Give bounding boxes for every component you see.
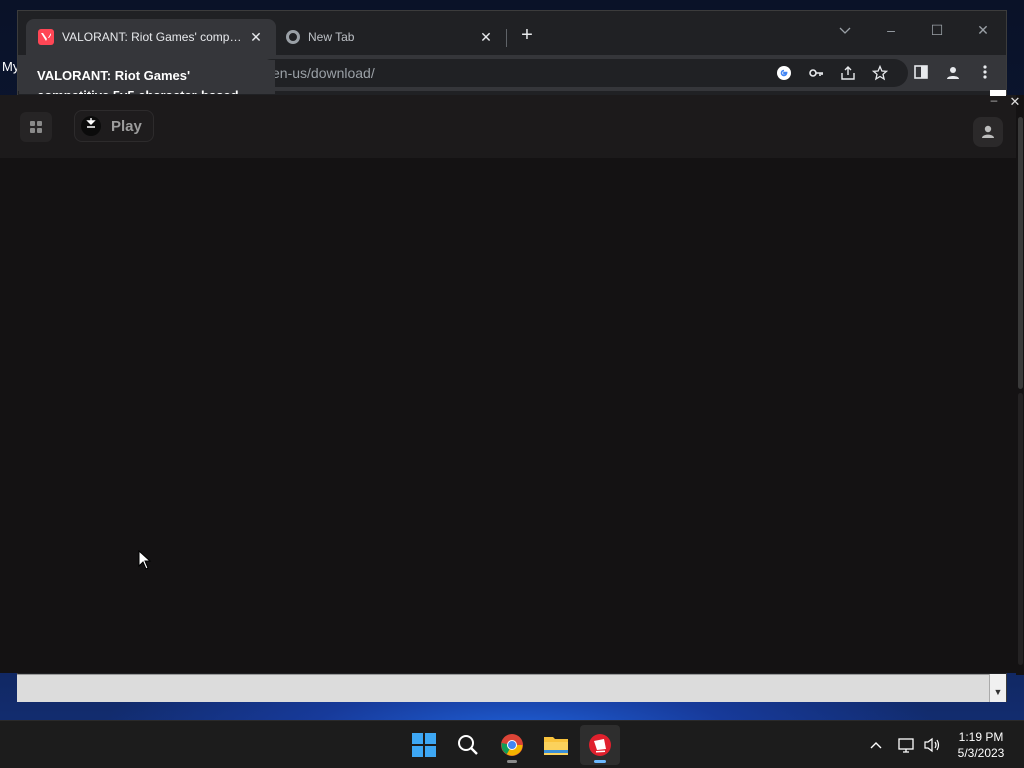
page-edge: [990, 90, 1006, 96]
tab-new-tab[interactable]: New Tab ✕: [274, 19, 506, 55]
browser-bottom-bar: [17, 674, 989, 702]
chrome-icon: [501, 734, 523, 756]
chevron-down-icon: [839, 27, 851, 34]
key-icon[interactable]: [808, 65, 824, 81]
riot-header: Play: [0, 95, 1016, 158]
menu-icon[interactable]: [976, 65, 994, 83]
clock-time: 1:19 PM: [958, 730, 1004, 744]
minimize-button[interactable]: –: [868, 17, 914, 43]
profile-icon[interactable]: [944, 65, 962, 83]
share-icon[interactable]: [840, 65, 856, 81]
google-icon[interactable]: [776, 65, 792, 81]
taskbar-chrome[interactable]: [492, 725, 532, 765]
close-tab-icon[interactable]: ✕: [248, 29, 264, 46]
tab-label: VALORANT: Riot Games' competitive 5v5 ch…: [62, 30, 248, 44]
scroll-down-arrow[interactable]: ▼: [989, 674, 1006, 702]
riot-client-icon: [589, 734, 611, 756]
close-tab-icon[interactable]: ✕: [478, 29, 494, 46]
tab-search-button[interactable]: [822, 17, 868, 43]
sidepanel-icon[interactable]: [912, 65, 930, 83]
tab-separator: [506, 29, 507, 47]
hovercard-title-line1: VALORANT: Riot Games': [37, 68, 191, 83]
tab-label: New Tab: [308, 30, 355, 44]
taskbar-file-explorer[interactable]: [536, 725, 576, 765]
valorant-icon: [38, 29, 54, 45]
download-icon: [81, 116, 101, 136]
search-button[interactable]: [448, 725, 488, 765]
tab-strip: VALORANT: Riot Games' competitive 5v5 ch…: [18, 11, 1006, 55]
play-label: Play: [111, 117, 142, 135]
running-indicator: [507, 760, 517, 763]
search-icon: [458, 735, 478, 755]
close-window-button[interactable]: ✕: [960, 17, 1006, 43]
riot-minimize-button[interactable]: –: [987, 94, 1001, 109]
star-icon[interactable]: [871, 64, 889, 81]
tray-overflow-icon[interactable]: [866, 721, 886, 768]
grid-icon[interactable]: [20, 112, 52, 142]
clock[interactable]: 1:19 PM 5/3/2023: [950, 729, 1012, 761]
riot-close-button[interactable]: ✕: [1008, 95, 1022, 109]
address-text: en-us/download/: [272, 65, 375, 81]
user-icon[interactable]: [973, 117, 1003, 147]
chrome-icon: [286, 30, 300, 44]
tab-hover-card: VALORANT: Riot Games' competitive 5v5 ch…: [19, 60, 275, 94]
tab-valorant[interactable]: VALORANT: Riot Games' competitive 5v5 ch…: [26, 19, 276, 55]
new-tab-button[interactable]: +: [516, 25, 538, 47]
play-button[interactable]: Play: [74, 110, 154, 142]
hovercard-title-line2: competitive 5v5 character-based: [37, 86, 257, 94]
running-indicator: [594, 760, 606, 763]
maximize-button[interactable]: ☐: [914, 17, 960, 43]
network-icon[interactable]: [896, 721, 918, 768]
riot-scrollbar-thumb[interactable]: [1018, 117, 1023, 389]
taskbar-riot-client[interactable]: [580, 725, 620, 765]
riot-scrollbar-track-lower: [1018, 393, 1023, 665]
riot-client-window: Play – ✕: [0, 94, 1024, 675]
folder-icon: [544, 737, 568, 755]
windows-start-button[interactable]: [404, 725, 444, 765]
taskbar: 1:19 PM 5/3/2023: [0, 720, 1024, 768]
windows-icon: [412, 733, 436, 757]
volume-icon[interactable]: [922, 721, 944, 768]
address-bar[interactable]: en-us/download/: [258, 59, 908, 87]
mouse-cursor-icon: [138, 549, 152, 575]
clock-date: 5/3/2023: [957, 746, 1005, 760]
